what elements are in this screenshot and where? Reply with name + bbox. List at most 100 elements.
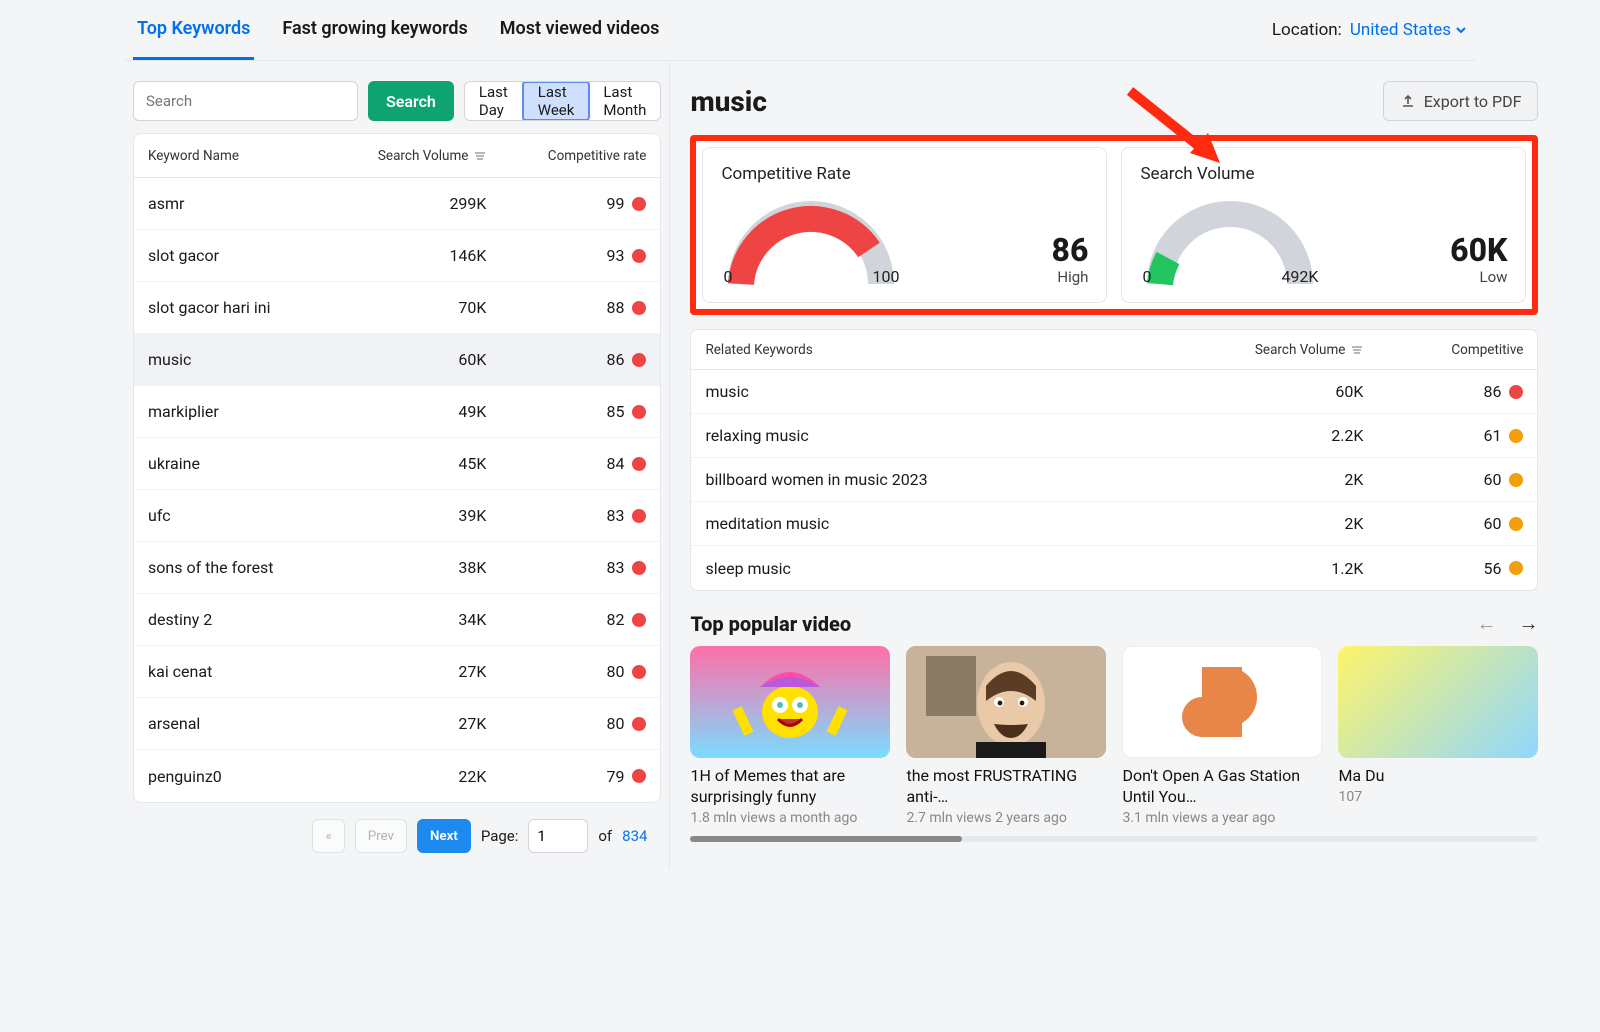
left-panel: Search Last Day Last Week Last Month Key…: [125, 61, 670, 869]
related-keywords-table: Related Keywords Search Volume Competiti…: [690, 329, 1538, 591]
upload-icon: [1400, 93, 1416, 109]
keyword-row[interactable]: ukraine45K84: [134, 438, 660, 490]
status-dot-icon: [632, 301, 646, 315]
keyword-row[interactable]: destiny 234K82: [134, 594, 660, 646]
comp-label: High: [1052, 268, 1089, 286]
status-dot-icon: [1509, 517, 1523, 531]
keyword-comp: 85: [486, 402, 646, 421]
related-row[interactable]: sleep music1.2K56: [691, 546, 1537, 590]
range-last-week[interactable]: Last Week: [522, 81, 591, 121]
rel-col-volume-label: Search Volume: [1255, 342, 1346, 358]
keyword-row[interactable]: kai cenat27K80: [134, 646, 660, 698]
vol-gauge-min: 0: [1142, 267, 1151, 286]
related-volume: 2.2K: [1213, 426, 1363, 445]
keywords-table: Keyword Name Search Volume Competitive r…: [133, 133, 661, 803]
video-card[interactable]: Don't Open A Gas Station Until You…3.1 m…: [1122, 646, 1322, 826]
related-row[interactable]: music60K86: [691, 370, 1537, 414]
keyword-row[interactable]: sons of the forest38K83: [134, 542, 660, 594]
video-card[interactable]: Ma Du107: [1338, 646, 1538, 826]
status-dot-icon: [1509, 473, 1523, 487]
next-page-button[interactable]: Next: [417, 819, 471, 853]
related-name: relaxing music: [705, 426, 1213, 445]
location-label: Location:: [1272, 20, 1342, 40]
top-bar: Top Keywords Fast growing keywords Most …: [125, 0, 1475, 61]
related-comp: 60: [1363, 470, 1523, 489]
range-last-day[interactable]: Last Day: [465, 82, 523, 120]
related-comp: 86: [1363, 382, 1523, 401]
keyword-name: sons of the forest: [148, 558, 336, 577]
status-dot-icon: [632, 197, 646, 211]
keyword-volume: 38K: [336, 558, 486, 577]
keyword-comp: 83: [486, 558, 646, 577]
rel-col-volume[interactable]: Search Volume: [1213, 342, 1363, 358]
page-input[interactable]: [528, 819, 588, 853]
status-dot-icon: [632, 509, 646, 523]
sort-icon: [1351, 344, 1363, 356]
keyword-row[interactable]: asmr299K99: [134, 178, 660, 230]
vol-value: 60K: [1450, 234, 1507, 266]
keyword-row[interactable]: music60K86: [134, 334, 660, 386]
video-title: the most FRUSTRATING anti-…: [906, 766, 1106, 808]
keyword-row[interactable]: slot gacor146K93: [134, 230, 660, 282]
prev-page-button[interactable]: Prev: [355, 819, 407, 853]
search-button[interactable]: Search: [368, 81, 454, 121]
keyword-name: ukraine: [148, 454, 336, 473]
keyword-row[interactable]: ufc39K83: [134, 490, 660, 542]
status-dot-icon: [632, 405, 646, 419]
keyword-row[interactable]: markiplier49K85: [134, 386, 660, 438]
vol-gauge-max: 492K: [1281, 267, 1318, 286]
status-dot-icon: [1509, 561, 1523, 575]
related-comp: 61: [1363, 426, 1523, 445]
related-volume: 2K: [1213, 514, 1363, 533]
videos-scrollbar[interactable]: [690, 836, 1538, 842]
video-thumbnail: [1338, 646, 1538, 758]
keyword-volume: 22K: [336, 767, 486, 786]
keyword-name: arsenal: [148, 714, 336, 733]
search-input[interactable]: [133, 81, 358, 121]
tab-most-viewed[interactable]: Most viewed videos: [496, 0, 664, 60]
keyword-comp: 84: [486, 454, 646, 473]
vol-gauge: 0 492K: [1140, 194, 1320, 286]
right-panel: music Export to PDF Competitive Rate: [670, 61, 1546, 869]
rel-col-comp[interactable]: Competitive: [1363, 342, 1523, 358]
tab-fast-growing[interactable]: Fast growing keywords: [278, 0, 471, 60]
export-pdf-button[interactable]: Export to PDF: [1383, 81, 1539, 121]
videos-row: 1H of Memes that are surprisingly funny1…: [690, 646, 1538, 826]
page-total[interactable]: 834: [622, 827, 647, 845]
video-title: Ma Du: [1338, 766, 1538, 787]
status-dot-icon: [632, 769, 646, 783]
keyword-comp: 80: [486, 662, 646, 681]
related-row[interactable]: meditation music2K60: [691, 502, 1537, 546]
video-card[interactable]: 1H of Memes that are surprisingly funny1…: [690, 646, 890, 826]
keyword-row[interactable]: slot gacor hari ini70K88: [134, 282, 660, 334]
videos-next-arrow[interactable]: →: [1518, 611, 1538, 636]
col-keyword-name[interactable]: Keyword Name: [148, 148, 336, 164]
status-dot-icon: [632, 665, 646, 679]
tab-top-keywords[interactable]: Top Keywords: [133, 0, 254, 60]
video-meta: 2.7 mln views 2 years ago: [906, 810, 1106, 826]
keyword-comp: 83: [486, 506, 646, 525]
keyword-name: markiplier: [148, 402, 336, 421]
keyword-volume: 70K: [336, 298, 486, 317]
related-row[interactable]: billboard women in music 20232K60: [691, 458, 1537, 502]
video-card[interactable]: the most FRUSTRATING anti-… 2.7 mln views…: [906, 646, 1106, 826]
comp-gauge: 0 100: [721, 194, 901, 286]
col-search-volume[interactable]: Search Volume: [336, 148, 486, 164]
keyword-name: slot gacor hari ini: [148, 298, 336, 317]
location-value[interactable]: United States: [1350, 20, 1467, 40]
page-of-label: of: [598, 827, 612, 845]
related-row[interactable]: relaxing music2.2K61: [691, 414, 1537, 458]
keyword-name: destiny 2: [148, 610, 336, 629]
col-competitive[interactable]: Competitive rate: [486, 148, 646, 164]
status-dot-icon: [632, 353, 646, 367]
keyword-volume: 49K: [336, 402, 486, 421]
keyword-row[interactable]: arsenal27K80: [134, 698, 660, 750]
range-last-month[interactable]: Last Month: [589, 82, 660, 120]
keyword-row[interactable]: penguinz022K79: [134, 750, 660, 802]
rel-col-name[interactable]: Related Keywords: [705, 342, 1213, 358]
videos-heading: Top popular video: [690, 612, 851, 636]
vol-card-title: Search Volume: [1140, 164, 1507, 184]
first-page-button[interactable]: «: [312, 819, 344, 853]
keyword-volume: 27K: [336, 714, 486, 733]
videos-prev-arrow[interactable]: ←: [1476, 611, 1496, 636]
